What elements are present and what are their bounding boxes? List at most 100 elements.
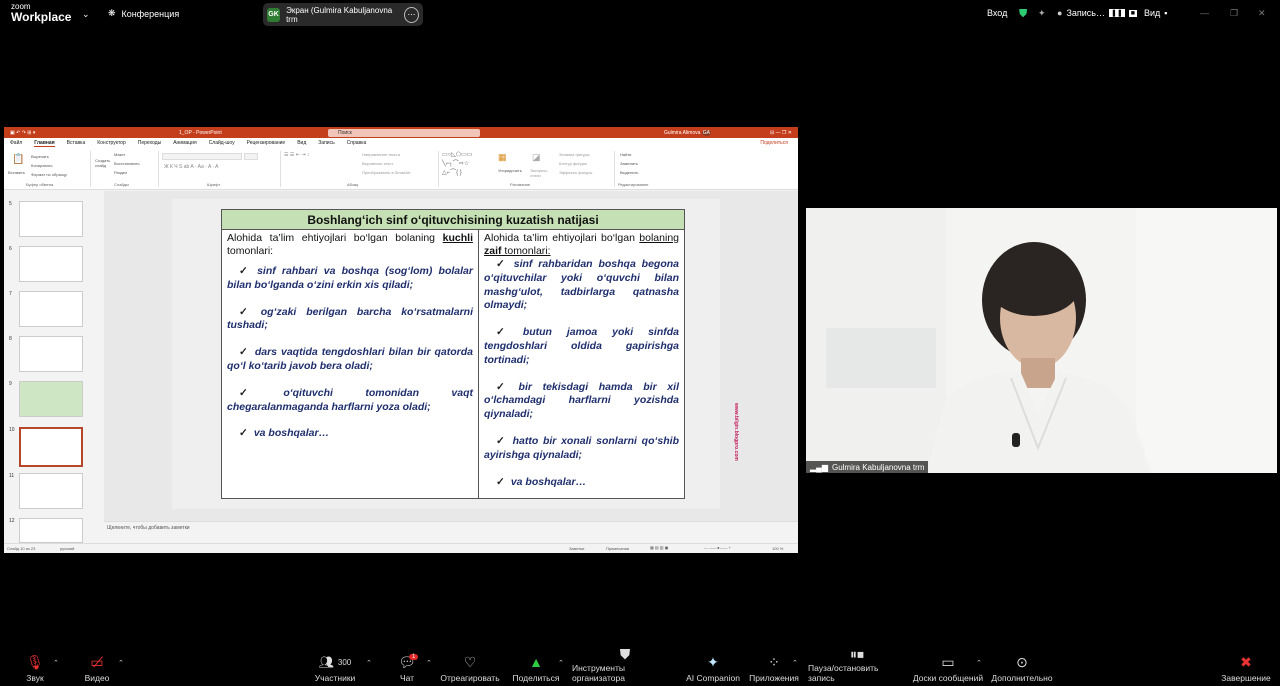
maximize-icon[interactable]: ❐ [1230, 8, 1238, 19]
tab-record[interactable]: Запись [318, 140, 334, 146]
window-controls[interactable]: ⊟ — ❐ ✕ [770, 130, 792, 136]
share-button[interactable]: Поделиться [760, 140, 788, 146]
shape-fill-button[interactable]: Заливка фигуры [559, 152, 590, 157]
view-button[interactable]: Вид ▪ [1144, 8, 1168, 18]
tab-help[interactable]: Справка [347, 140, 367, 146]
format-painter-button[interactable]: Формат по образцу [31, 172, 67, 177]
paragraph-icons[interactable]: ☰ ☰ ⇤ ⇥ ↕ [284, 152, 309, 158]
slide-thumbnail[interactable] [19, 473, 83, 509]
chevron-up-icon[interactable]: ⌃ [426, 659, 432, 667]
quick-access-icons[interactable]: ▣ ↶ ↷ ⊞ ▾ [10, 130, 35, 136]
slide-thumbnail[interactable] [19, 381, 83, 417]
shape-effects-button[interactable]: Эффекты фигуры [559, 170, 592, 175]
layout-button[interactable]: Макет [114, 152, 125, 157]
end-meeting-button[interactable]: ✖ Завершение [1220, 646, 1272, 686]
whiteboards-button[interactable]: ▭ Доски сообщений [912, 646, 984, 686]
styles-icon[interactable]: ◪ [532, 152, 541, 163]
slide-thumbnail[interactable] [19, 291, 83, 327]
ai-companion-button[interactable]: ✦ AI Companion [686, 646, 740, 686]
reset-button[interactable]: Восстановить [114, 161, 140, 166]
chevron-up-icon[interactable]: ⌃ [558, 659, 564, 667]
tab-slideshow[interactable]: Слайд-шоу [209, 140, 235, 146]
chevron-up-icon[interactable]: ⌃ [366, 659, 372, 667]
participants-button[interactable]: 👥︎ 300 Участники [310, 646, 360, 686]
react-button[interactable]: ♡ Отреагировать [440, 646, 500, 686]
chevron-up-icon[interactable]: ⌃ [118, 659, 124, 667]
zoom-slider[interactable]: — ——●—— + [704, 545, 731, 550]
shield-icon[interactable]: ⛊ [1019, 8, 1027, 21]
shape-outline-button[interactable]: Контур фигуры [559, 161, 587, 166]
tab-insert[interactable]: Вставка [67, 140, 86, 146]
whiteboard-icon: ▭ [941, 653, 955, 670]
new-slide-button[interactable]: Создать слайд [95, 158, 111, 168]
video-button[interactable]: ▭̸ Видео [80, 646, 114, 686]
more-button[interactable]: ⊙ Дополнительно [990, 646, 1054, 686]
paw-icon: ❋ [108, 8, 116, 18]
select-button[interactable]: Выделить [620, 170, 638, 175]
quick-styles-button[interactable]: Экспресс-стили [530, 168, 552, 178]
slide-thumbnail[interactable] [19, 518, 83, 543]
chevron-up-icon[interactable]: ⌃ [53, 659, 59, 667]
chat-button[interactable]: 💬︎ Чат [392, 646, 422, 686]
tab-home[interactable]: Главная [34, 140, 55, 147]
close-icon[interactable]: ✕ [1258, 8, 1266, 19]
tab-review[interactable]: Рецензирование [247, 140, 286, 146]
font-format-icons[interactable]: Ж К Ч S ab A · Aa · A · A [164, 164, 219, 170]
pause-stop-recording-button[interactable]: ⏸︎⏹︎ Пауза/остановить запись [808, 646, 906, 686]
conference-button[interactable]: ❋ Конференция [108, 8, 179, 19]
minimize-icon[interactable]: — [1200, 8, 1209, 18]
tab-view[interactable]: Вид [297, 140, 306, 146]
font-name-select[interactable] [162, 153, 242, 160]
group-editing: Редактирование [618, 182, 649, 187]
slide-thumbnails: 5 6 7 8 9 10 11 12 [4, 191, 100, 543]
pause-stop-icon: ⏸︎⏹︎ [850, 646, 864, 662]
cut-button[interactable]: Вырезать [31, 154, 49, 159]
chevron-down-icon[interactable]: ⌄ [82, 9, 90, 20]
font-size-select[interactable] [244, 153, 258, 160]
tab-transitions[interactable]: Переходы [138, 140, 161, 146]
audio-button[interactable]: 🎙︎ Звук [18, 646, 52, 686]
host-tools-button[interactable]: ⛊ Инструменты организатора [572, 646, 678, 686]
tab-animation[interactable]: Анимация [173, 140, 196, 146]
section-button[interactable]: Раздел [114, 170, 127, 175]
more-icon[interactable]: ⋯ [403, 6, 419, 23]
chevron-up-icon[interactable]: ⌃ [792, 659, 798, 667]
align-text-button[interactable]: Выровнять текст [362, 161, 393, 166]
smartart-button[interactable]: Преобразовать в SmartArt [362, 170, 411, 175]
slide-number: 12 [9, 518, 15, 524]
shield-icon: ⛊ [619, 646, 631, 662]
participant-video[interactable] [806, 208, 1277, 473]
find-button[interactable]: Найти [620, 152, 631, 157]
search-input[interactable]: Поиск [328, 129, 480, 137]
slide-number: 5 [9, 201, 12, 207]
arrange-icon[interactable]: ▦ [498, 152, 507, 163]
slide-thumbnail[interactable] [19, 336, 83, 372]
slide[interactable]: Boshlang‘ich sinf o‘qituvchisining kuzat… [172, 199, 720, 509]
slide-thumbnail[interactable] [19, 246, 83, 282]
copy-button[interactable]: Копировать [31, 163, 53, 168]
tab-file[interactable]: Файл [10, 140, 22, 146]
tab-design[interactable]: Конструктор [97, 140, 126, 146]
microphone-muted-icon: 🎙︎ [26, 653, 44, 670]
recording-indicator[interactable]: ● Запись… ❚❚ ■ [1057, 8, 1137, 18]
screen-share-indicator[interactable]: GK Экран (Gulmira Kabuljanovna trm ⋯ [263, 3, 423, 26]
text-direction-button[interactable]: Направление текста [362, 152, 400, 157]
zoom-level[interactable]: 100 % [772, 546, 783, 551]
shapes-gallery[interactable]: ▭○◺⬠▭▭ ╲⌐╮⌒⇨☆ △⌐⌒{ } [442, 151, 472, 176]
arrange-button[interactable]: Упорядочить [498, 168, 522, 173]
paste-button[interactable]: Вставить [8, 170, 25, 175]
sparkle-icon[interactable]: ✦ [1038, 8, 1046, 19]
checkmark-icon: ✓ [496, 434, 507, 447]
comments-button[interactable]: Примечания [606, 546, 629, 551]
notes-button[interactable]: Заметки [569, 546, 584, 551]
group-font: Шрифт [207, 182, 221, 187]
share-screen-button[interactable]: ▲ Поделиться [510, 646, 562, 686]
slide-thumbnail-selected[interactable] [19, 427, 83, 467]
chevron-up-icon[interactable]: ⌃ [976, 659, 982, 667]
paste-icon[interactable]: 📋 [12, 154, 24, 165]
notes-area[interactable]: Щелкните, чтобы добавить заметки [104, 521, 798, 543]
replace-button[interactable]: Заменить [620, 161, 638, 166]
slide-thumbnail[interactable] [19, 201, 83, 237]
view-icons[interactable]: ▦ ▤ ▥ ▣ [650, 545, 668, 550]
login-button[interactable]: Вход [987, 8, 1007, 18]
